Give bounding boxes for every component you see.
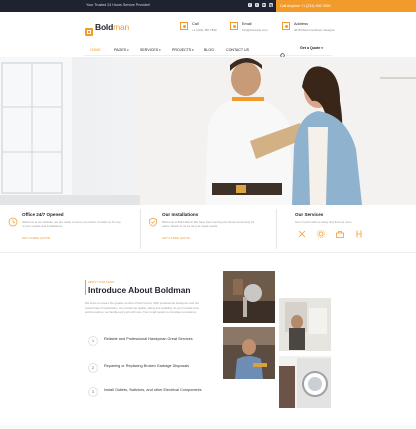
feature-title: Our Services: [295, 212, 324, 217]
site-logo[interactable]: Boldman: [85, 22, 129, 36]
feature-title: Office 24/7 Opened: [22, 212, 64, 217]
location-icon: [282, 22, 290, 30]
feature-card-installations: Our Installations Welcome to Bold Man's!…: [140, 205, 276, 253]
nav-services[interactable]: SERVICES ▾: [140, 48, 161, 52]
step-number: 2: [88, 363, 98, 373]
contact-address-title: Address: [294, 22, 308, 26]
nav-pages[interactable]: PAGES ▾: [114, 48, 129, 52]
phone-icon: [180, 22, 188, 30]
photo-washing-machine: [279, 356, 331, 408]
contact-call[interactable]: Call +1 (234) 456 7890: [180, 22, 217, 32]
feature-desc: Welcome to Bold Man's! We have been serv…: [162, 220, 255, 229]
feature-card-office: Office 24/7 Opened Welcome to our websit…: [0, 205, 140, 253]
feature-card-services: Our Services Get in touch with us today …: [276, 205, 416, 253]
about-paragraph: We strive to ensure the greater comfort …: [85, 301, 199, 314]
about-step: 3 Install Outlets, Switches, and other E…: [88, 387, 202, 397]
twitter-icon[interactable]: t: [255, 3, 259, 7]
feature-desc: Get in touch with us today and find out …: [295, 220, 353, 224]
instagram-icon[interactable]: ig: [269, 3, 273, 7]
photo-plumbing: [223, 271, 275, 323]
contact-address[interactable]: Address 4578 Marmora Road, Glasgow: [282, 22, 335, 32]
contact-call-value: +1 (234) 456 7890: [192, 27, 217, 32]
chevron-down-icon: ▾: [127, 47, 129, 52]
main-nav: HOME PAGES ▾ SERVICES ▾ PROJECTS ▾ BLOG …: [84, 43, 332, 59]
page: Your Trusted 24 Hours Service Provider! …: [0, 0, 416, 429]
clock-icon: [8, 214, 18, 227]
photo-handyman: [223, 327, 275, 379]
logo-text: Boldman: [95, 22, 129, 32]
gear-icon[interactable]: [316, 229, 326, 239]
nav-services-label: SERVICES: [140, 47, 159, 52]
feature-link[interactable]: GET A FREE QUOTE: [162, 236, 190, 240]
email-icon: [230, 22, 238, 30]
top-tagline: Your Trusted 24 Hours Service Provider!: [86, 3, 151, 7]
search-icon[interactable]: [280, 46, 286, 59]
about-heading: Introduce About Boldman: [88, 285, 191, 295]
nav-home[interactable]: HOME: [90, 48, 101, 52]
about-kicker: ABOUT OUR TEAM: [88, 280, 114, 284]
section-divider: [0, 425, 416, 429]
step-text: Reliable and Professional Handyman Great…: [104, 336, 193, 341]
nav-blog[interactable]: BLOG: [204, 48, 214, 52]
contact-email[interactable]: Email info@example.com: [230, 22, 268, 32]
facebook-icon[interactable]: f: [248, 3, 252, 7]
shield-icon: [148, 214, 158, 227]
tools-icon[interactable]: [297, 229, 307, 239]
step-number: 3: [88, 387, 98, 397]
get-a-quote-button[interactable]: Get a Quote ▾: [300, 46, 323, 50]
hero-banner: [0, 57, 416, 205]
linkedin-icon[interactable]: in: [262, 3, 266, 7]
toolbox-icon[interactable]: [335, 229, 345, 239]
feature-title: Our Installations: [162, 212, 199, 217]
about-step: 1 Reliable and Professional Handyman Gre…: [88, 336, 202, 346]
logo-mark-icon: [85, 23, 93, 36]
wrench-icon[interactable]: [354, 229, 364, 239]
call-anytime-text: Call Anytime +1 (234) 456 7890: [280, 3, 331, 8]
accent-bar: [85, 280, 87, 295]
step-text: Install Outlets, Switches, and other Ele…: [104, 387, 202, 392]
chevron-down-icon: ▾: [321, 46, 323, 50]
nav-contact[interactable]: CONTACT US: [226, 48, 249, 52]
contact-call-title: Call: [192, 22, 199, 26]
hero-image: [0, 57, 416, 205]
step-number: 1: [88, 336, 98, 346]
contact-email-value: info@example.com: [242, 27, 268, 32]
photo-bathroom: [279, 298, 331, 351]
feature-cards: Office 24/7 Opened Welcome to our websit…: [0, 205, 416, 253]
about-step: 2 Repairing or Replacing Broken Garbage …: [88, 363, 202, 373]
service-icons: [297, 229, 364, 239]
chevron-down-icon: ▾: [159, 47, 161, 52]
social-links: f t in ig: [248, 3, 273, 7]
logo-brand-accent: man: [113, 22, 130, 32]
chevron-down-icon: ▾: [192, 47, 194, 52]
nav-projects[interactable]: PROJECTS ▾: [172, 48, 194, 52]
get-a-quote-label: Get a Quote: [300, 46, 321, 50]
site-header: Boldman Call +1 (234) 456 7890 Email inf…: [0, 12, 416, 42]
contact-email-title: Email: [242, 22, 252, 26]
top-bar: Your Trusted 24 Hours Service Provider! …: [0, 0, 416, 12]
feature-desc: Welcome to our website, we are ready to …: [22, 220, 121, 229]
call-anytime-bar[interactable]: Call Anytime +1 (234) 456 7890: [276, 0, 416, 12]
about-section: ABOUT OUR TEAM Introduce About Boldman W…: [0, 253, 416, 429]
contact-address-value: 4578 Marmora Road, Glasgow: [294, 27, 335, 32]
nav-projects-label: PROJECTS: [172, 47, 192, 52]
logo-brand: Bold: [95, 22, 114, 32]
step-text: Repairing or Replacing Broken Garbage Di…: [104, 363, 190, 368]
nav-pages-label: PAGES: [114, 47, 127, 52]
feature-link[interactable]: GET A FREE QUOTE: [22, 236, 50, 240]
